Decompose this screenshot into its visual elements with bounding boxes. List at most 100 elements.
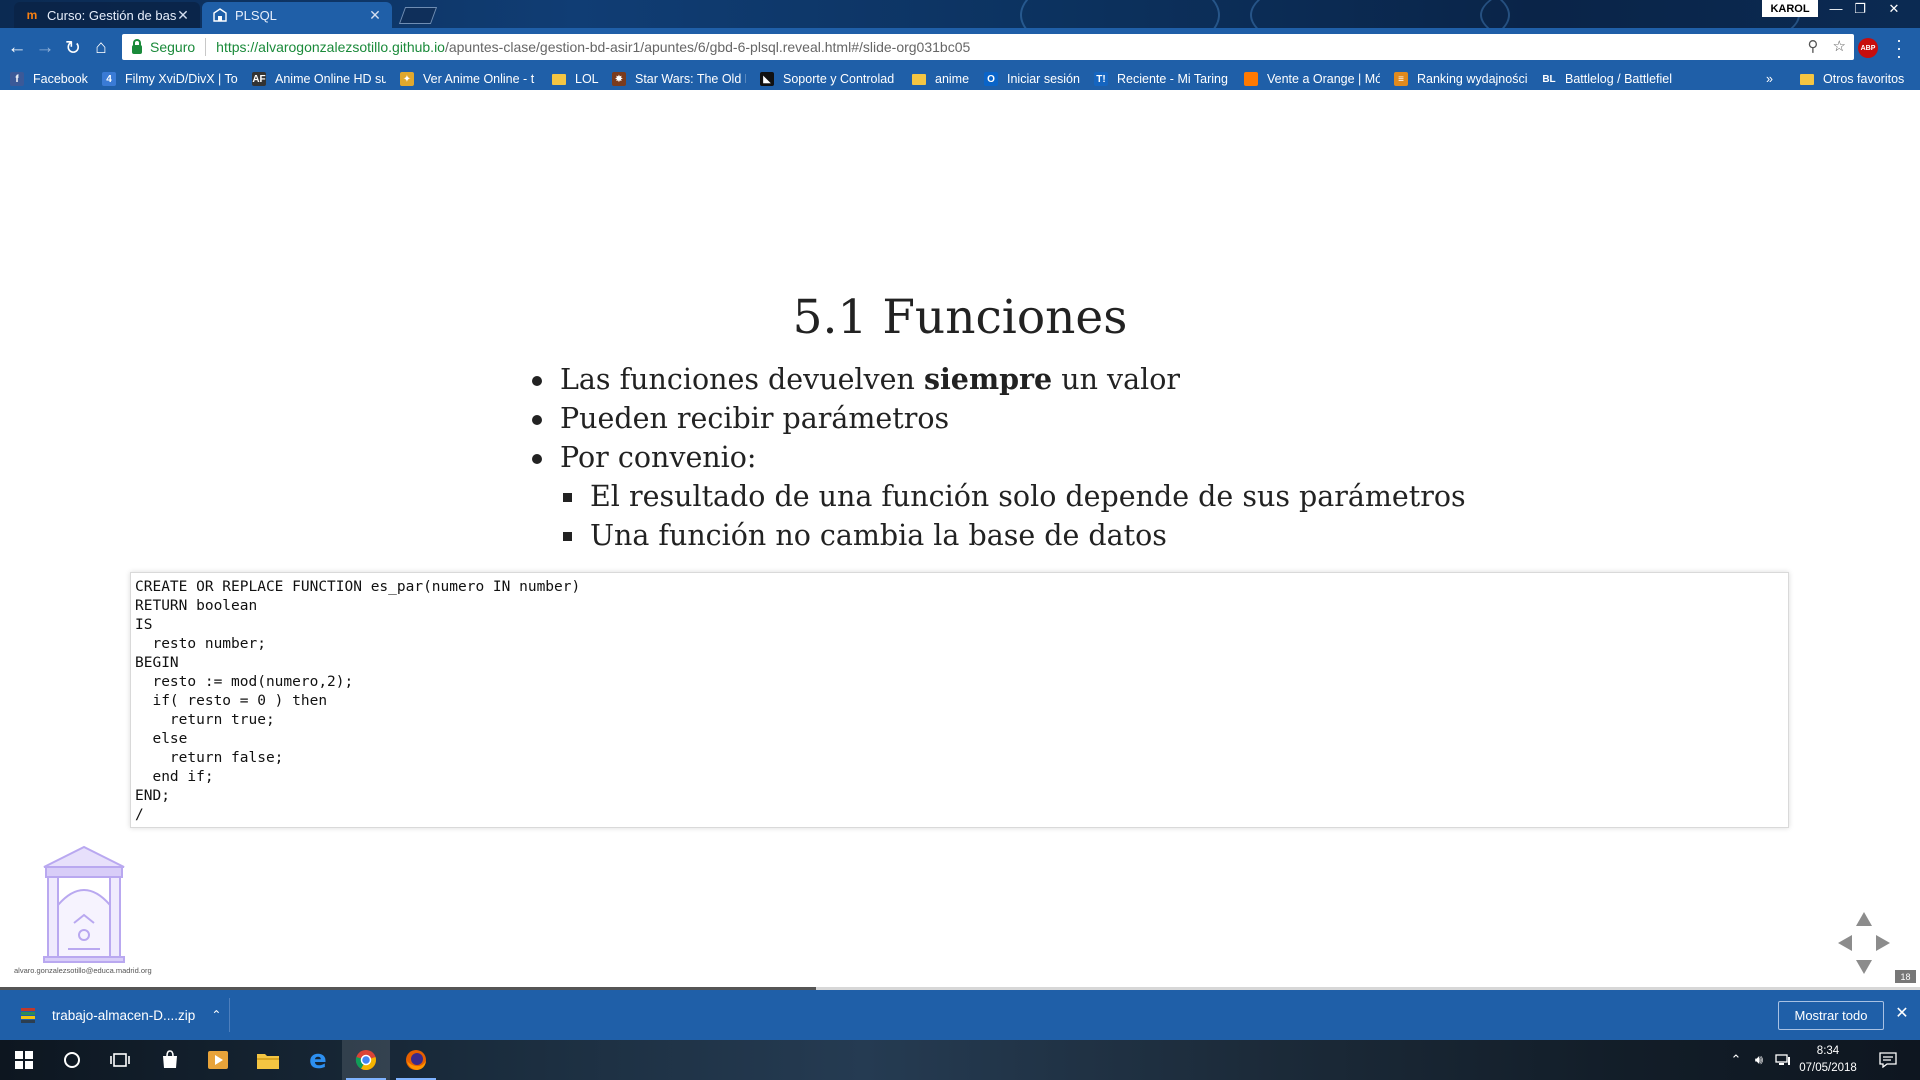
divider — [205, 38, 207, 56]
anime-af-icon: AF — [252, 72, 266, 86]
volume-icon[interactable]: 🔊︎ — [1748, 1040, 1770, 1080]
windows-taskbar: e ⌃ 🔊︎ 8:34 07/05/2018 — [0, 1040, 1920, 1080]
nav-right-arrow-icon[interactable] — [1876, 935, 1890, 951]
restore-icon[interactable]: ❐ — [1846, 0, 1874, 17]
slide-number: 18 — [1895, 970, 1916, 983]
bookmark-label: LOL — [575, 72, 599, 86]
adblock-plus-icon[interactable]: ABP — [1858, 38, 1878, 58]
list-item: Las funciones devuelven siempre un valor — [530, 360, 1466, 399]
bookmark-taringa[interactable]: T! Reciente - Mi Taring — [1094, 70, 1230, 88]
sub-list-item: El resultado de una función solo depende… — [560, 477, 1466, 516]
close-window-icon[interactable]: ✕ — [1880, 0, 1908, 17]
school-logo-icon — [43, 845, 125, 963]
bookmark-label: Ver Anime Online - t — [423, 72, 535, 86]
chrome-icon[interactable] — [342, 1040, 390, 1080]
security-label: Seguro — [150, 39, 196, 55]
bookmark-outlook[interactable]: O Iniciar sesión — [984, 70, 1096, 88]
bookmarks-bar: f Facebook 4 Filmy XviD/DivX | To AF Ani… — [0, 67, 1920, 90]
file-explorer-icon[interactable] — [244, 1040, 292, 1080]
code-text: CREATE OR REPLACE FUNCTION es_par(numero… — [135, 579, 581, 823]
download-item[interactable]: trabajo-almacen-D....zip ⌃ — [12, 998, 230, 1032]
ranking-icon: ≡ — [1394, 72, 1408, 86]
close-icon[interactable]: ✕ — [176, 7, 190, 24]
system-clock[interactable]: 8:34 07/05/2018 — [1788, 1043, 1868, 1077]
bookmark-filmy[interactable]: 4 Filmy XviD/DivX | To — [102, 70, 240, 88]
cortana-search-icon[interactable] — [48, 1040, 96, 1080]
background-swirl — [1250, 0, 1510, 28]
bookmark-amd-soporte[interactable]: ◣ Soporte y Controlad — [760, 70, 898, 88]
edge-browser-icon[interactable]: e — [294, 1040, 342, 1080]
show-hidden-icons-chevron[interactable]: ⌃ — [1728, 1040, 1744, 1080]
slide-navigation-controls — [1838, 912, 1890, 974]
bookmark-label: Otros favoritos — [1823, 72, 1905, 86]
swtor-icon: ✸ — [612, 72, 626, 86]
profile-button[interactable]: KAROL — [1762, 0, 1818, 17]
back-arrow-icon[interactable]: ← — [4, 35, 30, 61]
other-bookmarks-folder[interactable]: Otros favoritos — [1800, 70, 1916, 88]
firefox-icon[interactable] — [392, 1040, 440, 1080]
folder-icon — [552, 73, 566, 85]
bookmark-anime-online[interactable]: AF Anime Online HD su — [252, 70, 386, 88]
moodle-icon: m — [26, 8, 38, 22]
bookmark-label: Vente a Orange | Mó — [1267, 72, 1380, 86]
show-all-downloads-button[interactable]: Mostrar todo — [1778, 1001, 1884, 1030]
download-shelf: trabajo-almacen-D....zip ⌃ Mostrar todo … — [0, 990, 1920, 1040]
bookmark-swtor[interactable]: ✸ Star Wars: The Old R — [612, 70, 746, 88]
omnibox-actions: ⚲ ☆ — [1808, 37, 1846, 55]
bookmark-label: Reciente - Mi Taring — [1117, 72, 1228, 86]
bookmark-star-icon[interactable]: ☆ — [1833, 37, 1846, 55]
clock-time: 8:34 — [1816, 1045, 1840, 1057]
zip-file-icon — [21, 1008, 35, 1023]
tab-title: Curso: Gestión de bases de — [47, 7, 176, 23]
bookmark-label: Anime Online HD su — [275, 72, 386, 86]
ver-anime-icon: ✦ — [400, 72, 414, 86]
nav-up-arrow-icon[interactable] — [1856, 912, 1872, 926]
background-swirl — [1020, 0, 1220, 28]
bookmarks-overflow-chevron[interactable]: » — [1766, 70, 1780, 88]
nav-down-arrow-icon[interactable] — [1856, 960, 1872, 974]
bookmark-folder-anime[interactable]: anime — [912, 70, 978, 88]
close-icon[interactable]: ✕ — [368, 7, 382, 24]
media-player-icon[interactable] — [194, 1040, 242, 1080]
close-icon[interactable]: ✕ — [1890, 1003, 1914, 1023]
tab-curso[interactable]: m Curso: Gestión de bases de ✕ — [14, 2, 200, 28]
chevron-up-icon[interactable]: ⌃ — [211, 1008, 221, 1022]
menu-kebab-icon[interactable]: · · · — [1892, 31, 1906, 65]
download-filename: trabajo-almacen-D....zip — [52, 1007, 196, 1023]
home-icon[interactable]: ⌂ — [88, 35, 114, 61]
forward-arrow-icon[interactable]: → — [32, 35, 58, 61]
url-host: https://alvarogonzalezsotillo.github.io — [216, 39, 445, 55]
windows-start-icon[interactable] — [0, 1040, 48, 1080]
background-swirl — [1480, 0, 1800, 28]
orange-icon — [1244, 72, 1258, 86]
action-center-icon[interactable] — [1870, 1040, 1906, 1080]
bookmark-label: Battlelog / Battlefiel — [1565, 72, 1673, 86]
lock-icon — [132, 38, 142, 54]
bookmark-battlelog[interactable]: BL Battlelog / Battlefiel — [1542, 70, 1678, 88]
zoom-icon[interactable]: ⚲ — [1808, 37, 1819, 55]
bookmark-orange[interactable]: Vente a Orange | Mó — [1244, 70, 1380, 88]
bookmark-folder-lol[interactable]: LOL — [552, 70, 602, 88]
bookmark-ver-anime[interactable]: ✦ Ver Anime Online - t — [400, 70, 538, 88]
facebook-icon: f — [10, 72, 24, 86]
bookmark-facebook[interactable]: f Facebook — [10, 70, 90, 88]
tab-plsql[interactable]: PLSQL ✕ — [202, 2, 392, 28]
task-view-icon[interactable] — [96, 1040, 144, 1080]
bullet-text: un valor — [1052, 363, 1181, 396]
url-path: /apuntes-clase/gestion-bd-asir1/apuntes/… — [444, 39, 971, 55]
new-tab-button[interactable] — [398, 7, 438, 24]
reload-icon[interactable]: ↻ — [60, 35, 86, 61]
code-block: CREATE OR REPLACE FUNCTION es_par(numero… — [130, 572, 1789, 828]
footer-email: alvaro.gonzalezsotillo@educa.madrid.org — [14, 966, 152, 975]
folder-icon — [1800, 73, 1814, 85]
taringa-icon: T! — [1094, 72, 1108, 86]
store-icon[interactable] — [146, 1040, 194, 1080]
browser-toolbar: ← → ↻ ⌂ Seguro https://alvarogonzalezsot… — [0, 28, 1920, 67]
bookmark-ranking[interactable]: ≡ Ranking wydajności — [1394, 70, 1528, 88]
address-bar[interactable]: Seguro https://alvarogonzalezsotillo.git… — [122, 34, 1854, 60]
list-item: Pueden recibir parámetros — [530, 399, 1466, 438]
filmy-icon: 4 — [102, 72, 116, 86]
slide-title: 5.1 Funciones — [792, 290, 1128, 345]
list-item: Por convenio: — [530, 438, 1466, 477]
nav-left-arrow-icon[interactable] — [1838, 935, 1852, 951]
